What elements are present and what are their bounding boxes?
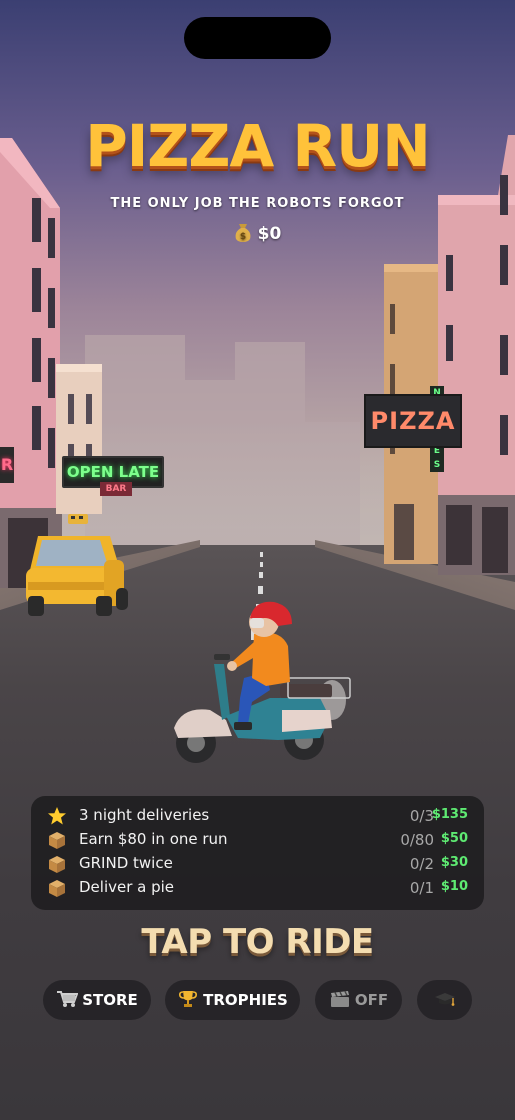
box-icon (49, 832, 65, 849)
neon-sign-partial: R (0, 447, 14, 483)
trophies-button[interactable]: TROPHIES (165, 980, 300, 1020)
neon-letter: S (433, 460, 441, 470)
store-label: STORE (82, 991, 138, 1009)
mission-row: Deliver a pie 0/1 $10 (31, 876, 484, 900)
lane-mark (260, 562, 263, 567)
store-button[interactable]: STORE (43, 980, 151, 1020)
mission-label: 3 night deliveries (79, 806, 210, 824)
cart-icon (57, 991, 79, 1007)
mission-progress: 0/80 (400, 831, 434, 849)
graduation-cap-icon (434, 993, 455, 1006)
sound-toggle-label: OFF (354, 991, 389, 1009)
star-icon (48, 807, 66, 825)
mission-reward: $135 (431, 807, 468, 822)
mission-label: GRIND twice (79, 854, 173, 872)
mission-progress: 0/1 (409, 879, 434, 897)
dynamic-island (184, 17, 331, 59)
lane-mark (260, 552, 263, 557)
tutorial-button[interactable] (417, 980, 472, 1020)
trophies-label: TROPHIES (203, 991, 288, 1009)
game-title: PIZZA RUN (85, 112, 431, 180)
neon-sign-pizza: PIZZA (364, 394, 462, 448)
mission-row: Earn $80 in one run 0/80 $50 (31, 828, 484, 852)
money-bag-icon: $ (235, 224, 251, 242)
missions-panel: 3 night deliveries 0/3 $135 Earn $80 in … (31, 796, 484, 910)
tap-to-ride-prompt[interactable]: TAP TO RIDE (0, 922, 515, 962)
mission-progress: 0/3 (409, 807, 434, 825)
lane-mark (258, 586, 263, 594)
trophy-icon (179, 991, 198, 1007)
mission-label: Earn $80 in one run (79, 830, 228, 848)
box-icon (49, 880, 65, 897)
mission-reward: $30 (440, 855, 468, 870)
mission-progress: 0/2 (409, 855, 434, 873)
lane-mark (259, 572, 263, 578)
mission-row: 3 night deliveries 0/3 $135 (31, 804, 484, 828)
money-display: $ $0 (0, 222, 515, 244)
delivery-rider-scooter (174, 601, 351, 763)
mission-label: Deliver a pie (79, 878, 175, 896)
box-icon (49, 856, 65, 873)
mission-reward: $10 (440, 879, 468, 894)
mission-reward: $50 (440, 831, 468, 846)
clapperboard-icon (330, 991, 349, 1007)
game-subtitle: THE ONLY JOB THE ROBOTS FORGOT (110, 196, 405, 211)
money-value: $0 (257, 224, 282, 244)
taxi-car (26, 514, 128, 616)
svg-text:$: $ (240, 232, 246, 242)
neon-sign-bar: BAR (100, 482, 132, 496)
mission-row: GRIND twice 0/2 $30 (31, 852, 484, 876)
sound-toggle-button[interactable]: OFF (315, 980, 402, 1020)
